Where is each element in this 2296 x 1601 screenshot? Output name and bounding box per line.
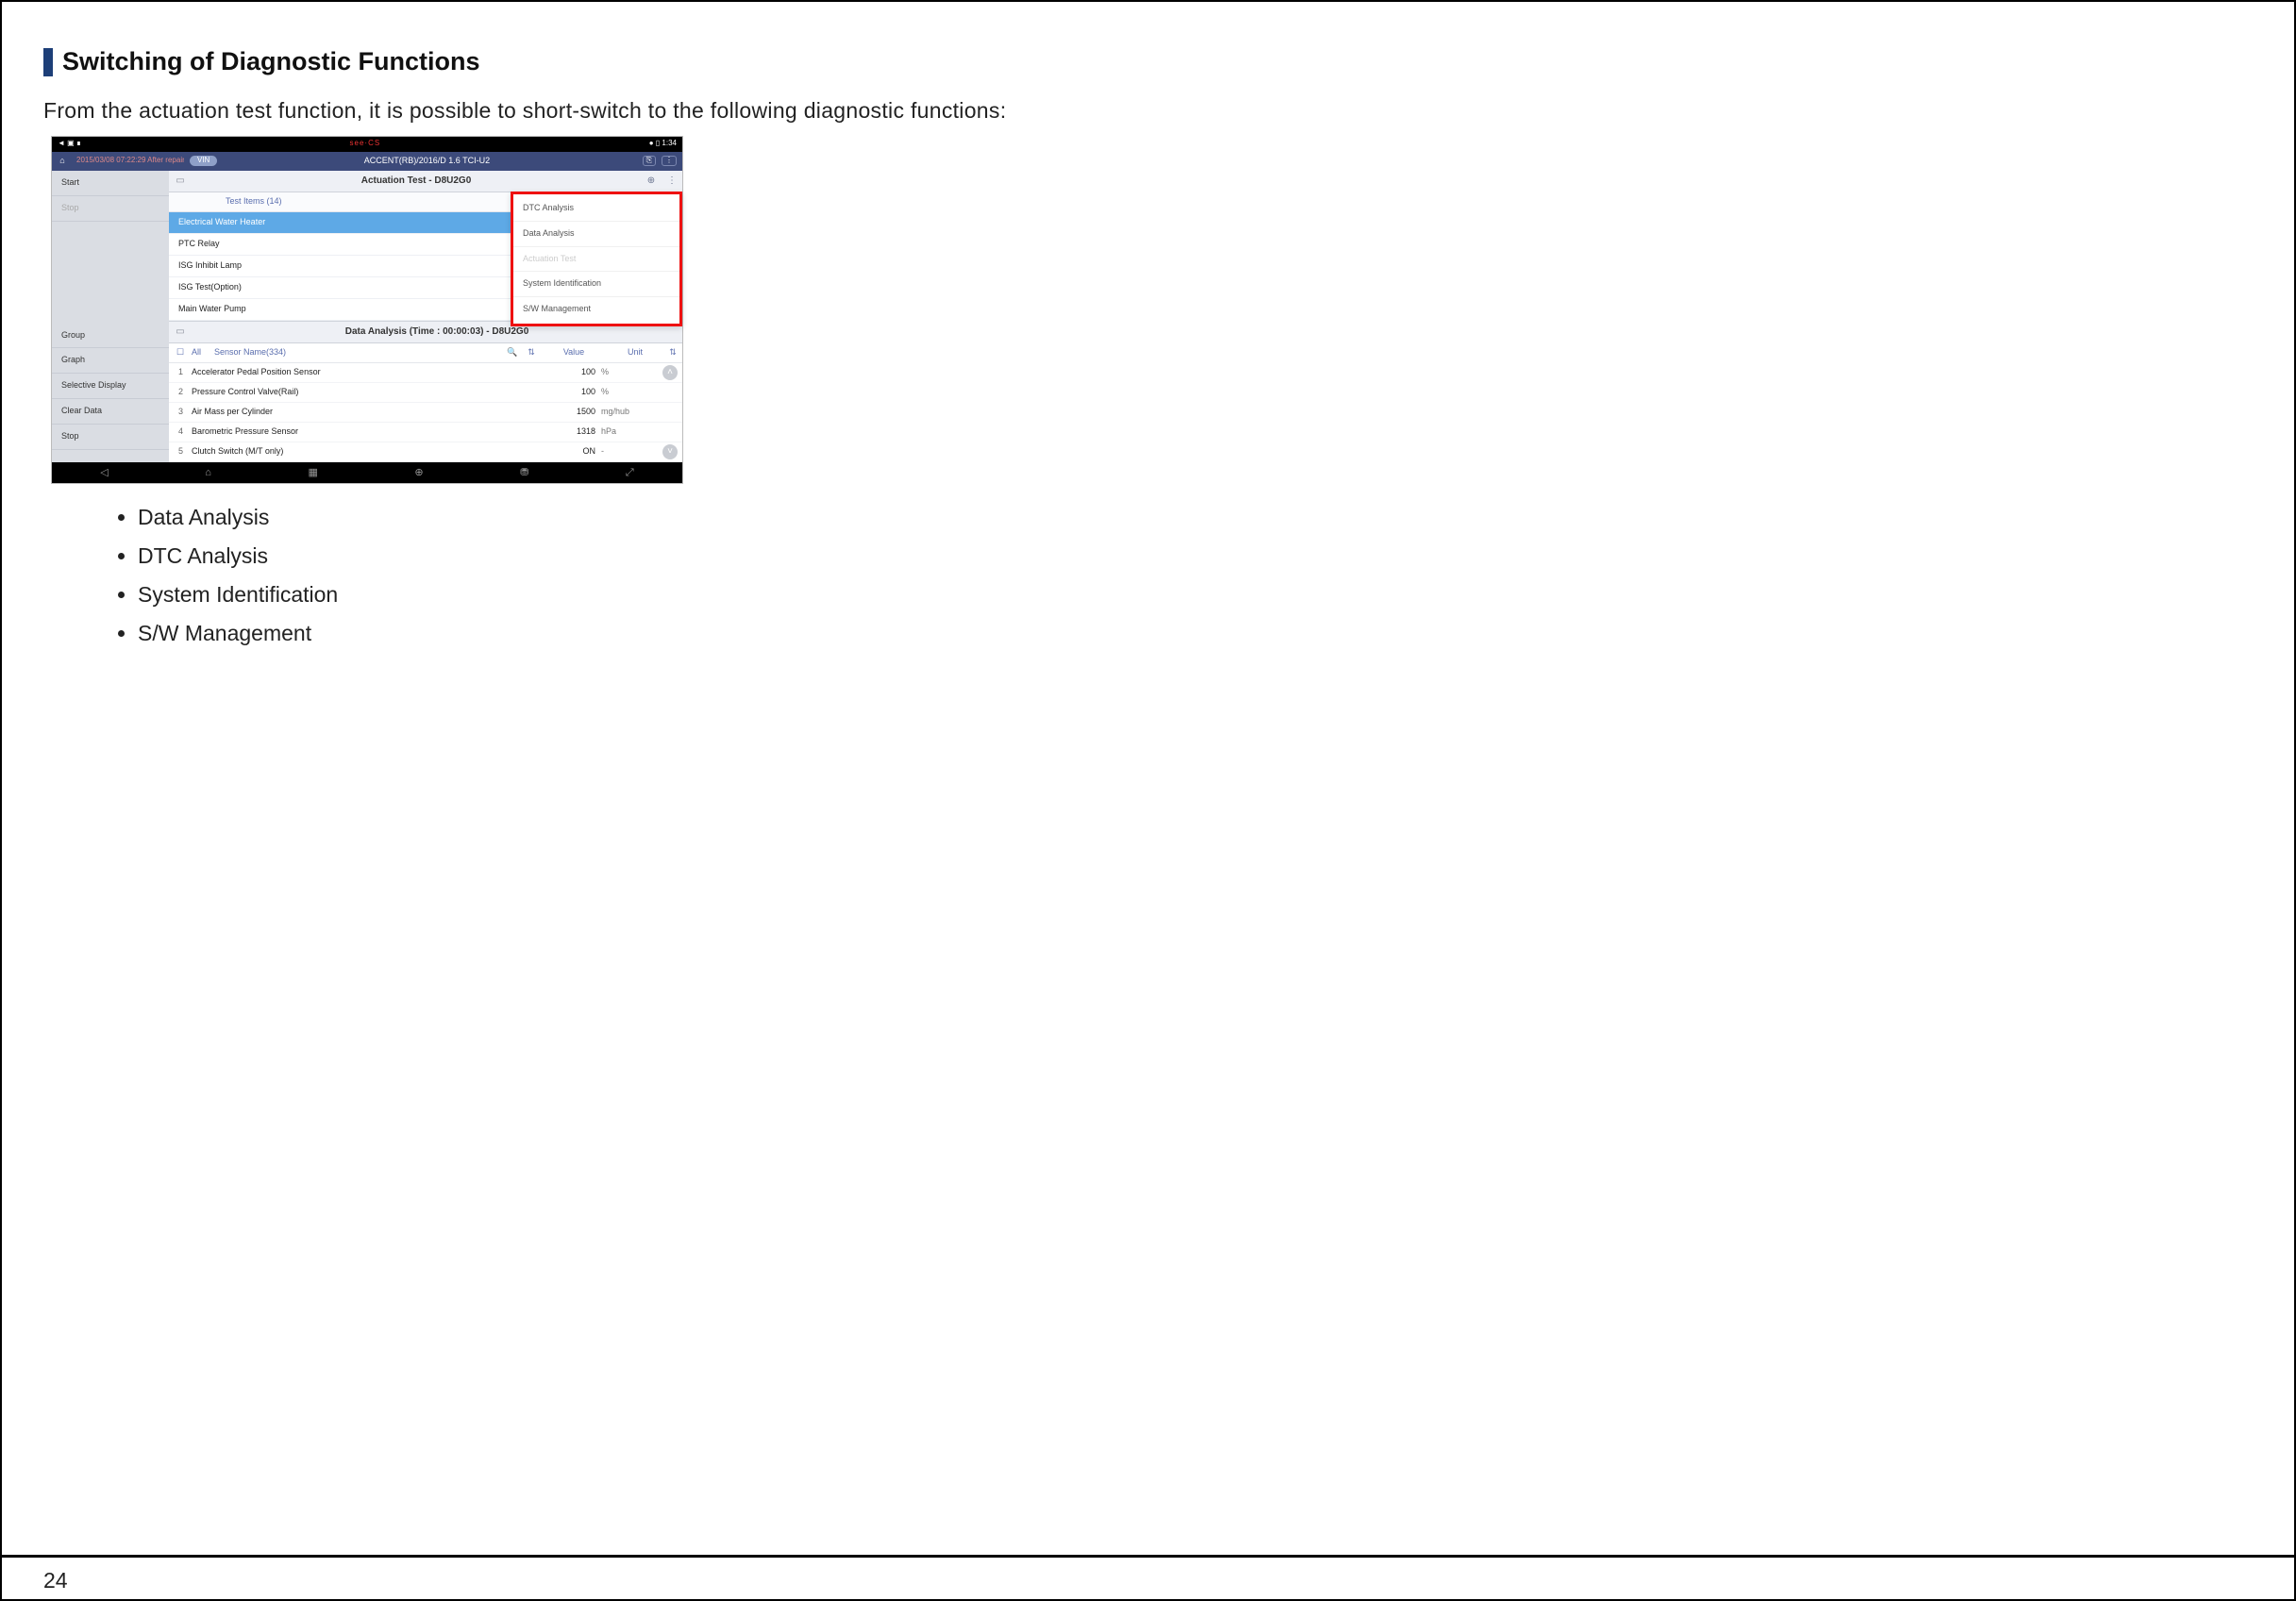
sort-icon[interactable]: ⇅ xyxy=(663,348,682,358)
nav-icon[interactable]: ◁ xyxy=(100,467,108,478)
col-value[interactable]: Value xyxy=(541,348,607,358)
sensor-row[interactable]: 1Accelerator Pedal Position Sensor100% ˄ xyxy=(169,363,682,383)
popup-item[interactable]: DTC Analysis xyxy=(513,196,679,222)
bullet-item: Data Analysis xyxy=(138,499,2253,536)
col-test-items[interactable]: Test Items (14) xyxy=(169,197,548,207)
nav-icon[interactable]: ⤢ xyxy=(626,467,634,478)
vehicle-model: ACCENT(RB)/2016/D 1.6 TCI-U2 xyxy=(217,157,636,166)
sidebar-start[interactable]: Start xyxy=(52,171,169,196)
popup-item[interactable]: Data Analysis xyxy=(513,222,679,247)
scroll-up-icon[interactable]: ˄ xyxy=(662,365,678,380)
main-panels: ▭ Actuation Test - D8U2G0 ⊕ ⋮ Test Items… xyxy=(169,171,682,462)
android-nav-bar: ◁ ⌂ ▦ ⊕ ⛃ ⤢ xyxy=(52,462,682,483)
sort-icon[interactable]: ⇅ xyxy=(522,348,541,358)
popup-item[interactable]: S/W Management xyxy=(513,297,679,322)
section-title-text: Switching of Diagnostic Functions xyxy=(62,47,480,76)
col-sensor-name[interactable]: Sensor Name(334) xyxy=(214,348,503,358)
sidebar-selective-display[interactable]: Selective Display xyxy=(52,374,169,399)
document-page: Switching of Diagnostic Functions From t… xyxy=(0,0,2296,1601)
sensor-value: 1500 xyxy=(529,408,601,417)
da-expand-icon[interactable]: ▭ xyxy=(169,326,192,337)
android-status-bar: ◄ ▣ ∎ see·CS ● ▯ 1:34 xyxy=(52,137,682,152)
function-switch-popup: DTC AnalysisData AnalysisActuation TestS… xyxy=(511,192,682,326)
da-check-all-icon[interactable]: ☐ xyxy=(169,348,192,358)
kebab-icon[interactable]: ⋮ xyxy=(662,175,682,186)
nav-icon[interactable]: ▦ xyxy=(308,467,317,478)
row-index: 5 xyxy=(178,447,192,457)
heading-accent-bar xyxy=(43,48,53,76)
sensor-value: 1318 xyxy=(529,427,601,437)
scroll-down-icon[interactable]: ˅ xyxy=(662,444,678,459)
sensor-row[interactable]: 5Clutch Switch (M/T only)ON-˅ xyxy=(169,442,682,462)
sidebar-stop[interactable]: Stop xyxy=(52,196,169,222)
sidebar-clear-data[interactable]: Clear Data xyxy=(52,399,169,425)
row-index: 2 xyxy=(178,388,192,397)
nav-icon[interactable]: ⛃ xyxy=(520,467,528,478)
sensor-unit: - xyxy=(601,447,658,457)
sensor-row[interactable]: 2Pressure Control Valve(Rail)100% xyxy=(169,383,682,403)
home-icon[interactable]: ⌂ xyxy=(52,157,73,166)
sensor-name: Barometric Pressure Sensor xyxy=(192,427,529,437)
section-heading: Switching of Diagnostic Functions xyxy=(43,47,2253,76)
row-index: 1 xyxy=(178,368,192,377)
col-all[interactable]: All xyxy=(192,348,214,358)
row-test-name: ISG Inhibit Lamp xyxy=(178,261,548,271)
section-body-text: From the actuation test function, it is … xyxy=(43,93,1044,128)
sidebar-stop2[interactable]: Stop xyxy=(52,425,169,450)
status-right-icons: ● ▯ 1:34 xyxy=(649,140,677,148)
data-analysis-rows: 1Accelerator Pedal Position Sensor100%˄2… xyxy=(169,363,682,462)
row-test-name: ISG Test(Option) xyxy=(178,283,548,292)
status-left-icons: ◄ ▣ ∎ xyxy=(58,140,81,148)
work-area: Start Stop Group Graph Selective Display… xyxy=(52,171,682,462)
row-test-name: Electrical Water Heater xyxy=(178,218,548,227)
titlebar-icon-2[interactable]: ⋮ xyxy=(662,156,677,166)
actuation-panel-header: ▭ Actuation Test - D8U2G0 ⊕ ⋮ xyxy=(169,171,682,192)
sensor-value: ON xyxy=(529,447,601,457)
titlebar-actions: ⎘ ⋮ xyxy=(637,156,682,166)
sensor-unit: mg/hub xyxy=(601,408,658,417)
sensor-name: Pressure Control Valve(Rail) xyxy=(192,388,529,397)
actuation-expand-icon[interactable]: ▭ xyxy=(169,175,192,186)
vin-pill[interactable]: VIN xyxy=(190,156,217,166)
sensor-name: Clutch Switch (M/T only) xyxy=(192,447,529,457)
sensor-value: 100 xyxy=(529,368,601,377)
app-title-bar: ⌂ 2015/03/08 07:22:29 After repair VIN A… xyxy=(52,152,682,171)
search-icon[interactable]: 🔍 xyxy=(503,348,522,358)
sensor-name: Air Mass per Cylinder xyxy=(192,408,529,417)
sensor-row[interactable]: 4Barometric Pressure Sensor1318hPa xyxy=(169,423,682,442)
col-unit[interactable]: Unit xyxy=(607,348,663,358)
footer-rule xyxy=(2,1555,2294,1558)
sidebar-group[interactable]: Group xyxy=(52,324,169,349)
page-number: 24 xyxy=(43,1568,68,1593)
embedded-screenshot: ◄ ▣ ∎ see·CS ● ▯ 1:34 ⌂ 2015/03/08 07:22… xyxy=(51,136,683,484)
zoom-icon[interactable]: ⊕ xyxy=(641,175,662,186)
bullet-item: System Identification xyxy=(138,576,2253,613)
sensor-unit: hPa xyxy=(601,427,658,437)
row-test-name: PTC Relay xyxy=(178,240,548,249)
sensor-value: 100 xyxy=(529,388,601,397)
row-index: 4 xyxy=(178,427,192,437)
sensor-row[interactable]: 3Air Mass per Cylinder1500mg/hub xyxy=(169,403,682,423)
bullet-list: Data AnalysisDTC AnalysisSystem Identifi… xyxy=(100,499,2253,652)
actuation-panel-title: Actuation Test - D8U2G0 xyxy=(192,175,641,186)
left-sidebar: Start Stop Group Graph Selective Display… xyxy=(52,171,169,462)
popup-item[interactable]: System Identification xyxy=(513,272,679,297)
sensor-name: Accelerator Pedal Position Sensor xyxy=(192,368,529,377)
titlebar-icon-1[interactable]: ⎘ xyxy=(643,156,656,166)
row-index: 3 xyxy=(178,408,192,417)
session-info: 2015/03/08 07:22:29 After repair xyxy=(73,157,184,165)
status-brand: see·CS xyxy=(350,140,381,148)
data-analysis-title: Data Analysis (Time : 00:00:03) - D8U2G0 xyxy=(192,326,682,337)
sensor-unit: % xyxy=(601,388,658,397)
sensor-unit: % xyxy=(601,368,658,377)
popup-item: Actuation Test xyxy=(513,247,679,273)
row-test-name: Main Water Pump xyxy=(178,305,548,314)
sidebar-graph[interactable]: Graph xyxy=(52,348,169,374)
nav-icon[interactable]: ⌂ xyxy=(205,467,211,478)
nav-icon[interactable]: ⊕ xyxy=(414,467,423,478)
da-column-header: ☐ All Sensor Name(334) 🔍 ⇅ Value Unit ⇅ xyxy=(169,343,682,363)
bullet-item: DTC Analysis xyxy=(138,538,2253,575)
bullet-item: S/W Management xyxy=(138,615,2253,652)
